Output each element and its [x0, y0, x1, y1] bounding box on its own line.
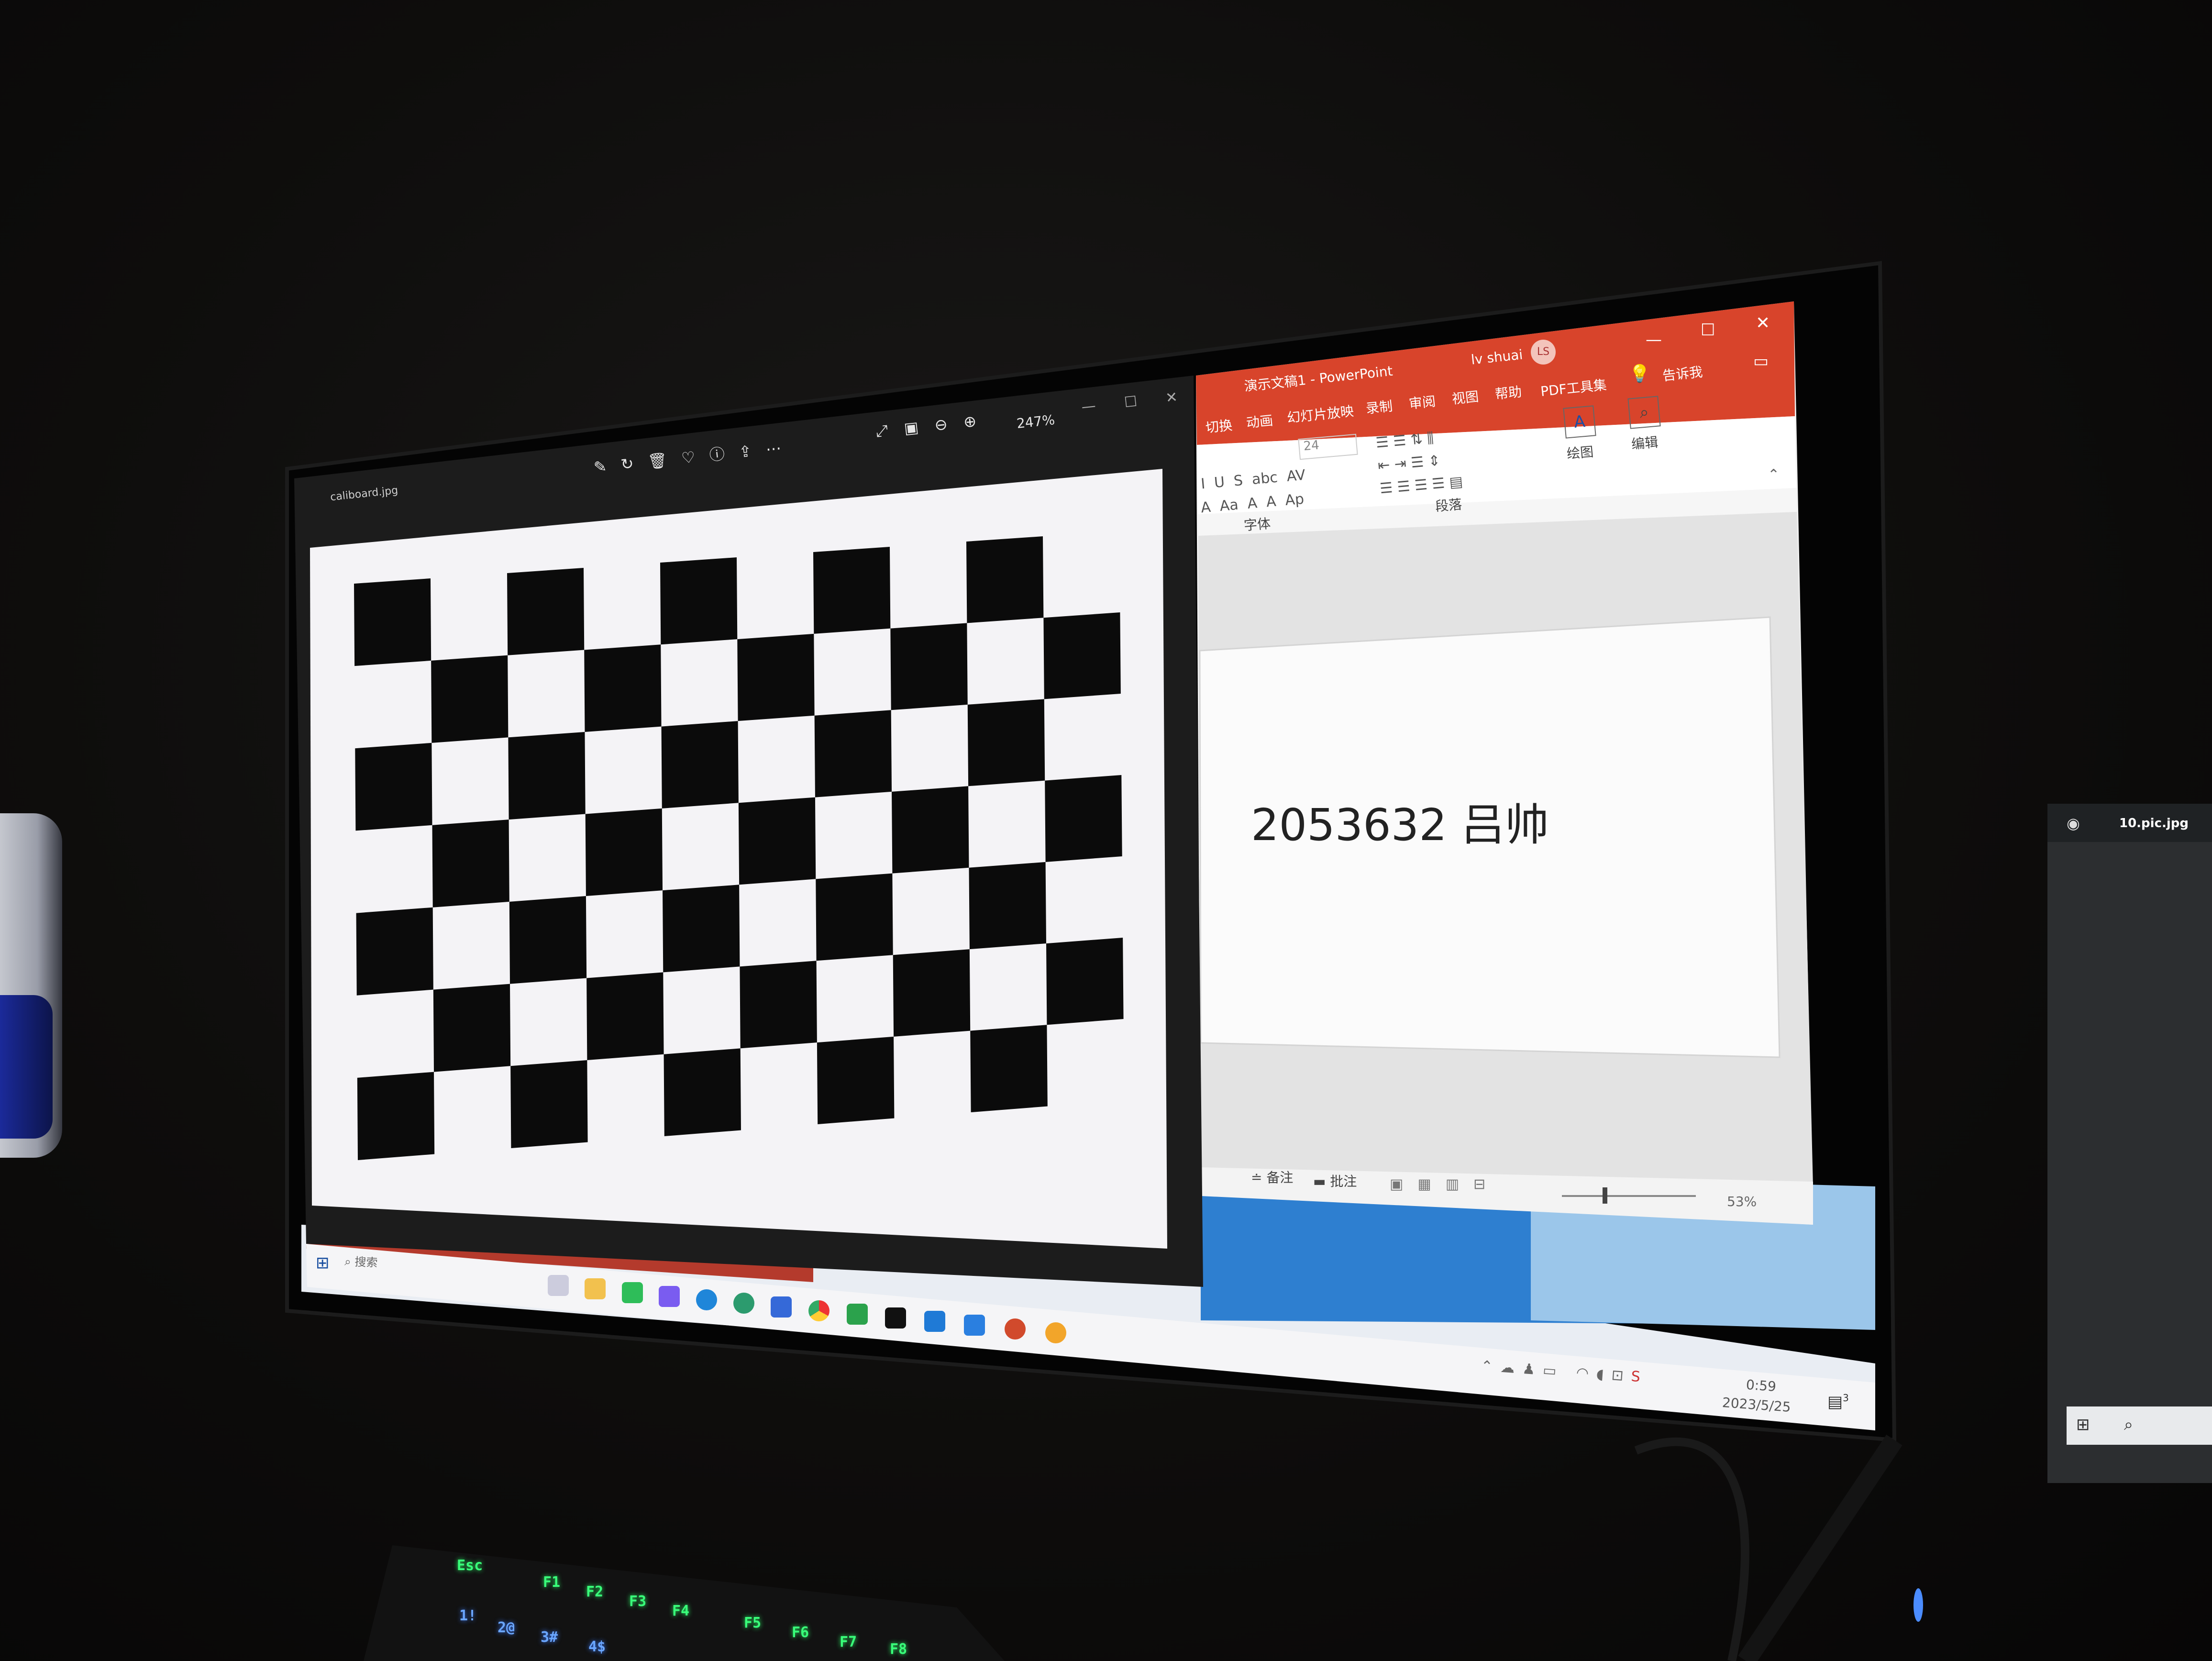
key-f6[interactable]: F6	[792, 1624, 809, 1641]
key-f5[interactable]: F5	[744, 1615, 761, 1631]
keyboard	[364, 1545, 1005, 1661]
key-2[interactable]: 2@	[498, 1619, 515, 1636]
key-f1[interactable]: F1	[543, 1574, 560, 1591]
key-f7[interactable]: F7	[840, 1634, 857, 1650]
key-3[interactable]: 3#	[541, 1629, 558, 1646]
key-f4[interactable]: F4	[672, 1603, 689, 1619]
key-f3[interactable]: F3	[629, 1593, 646, 1610]
key-f8[interactable]: F8	[890, 1641, 907, 1658]
key-f2[interactable]: F2	[586, 1583, 603, 1600]
key-esc[interactable]: Esc	[457, 1557, 483, 1574]
key-4[interactable]: 4$	[588, 1639, 606, 1655]
key-1[interactable]: 1!	[459, 1607, 476, 1624]
